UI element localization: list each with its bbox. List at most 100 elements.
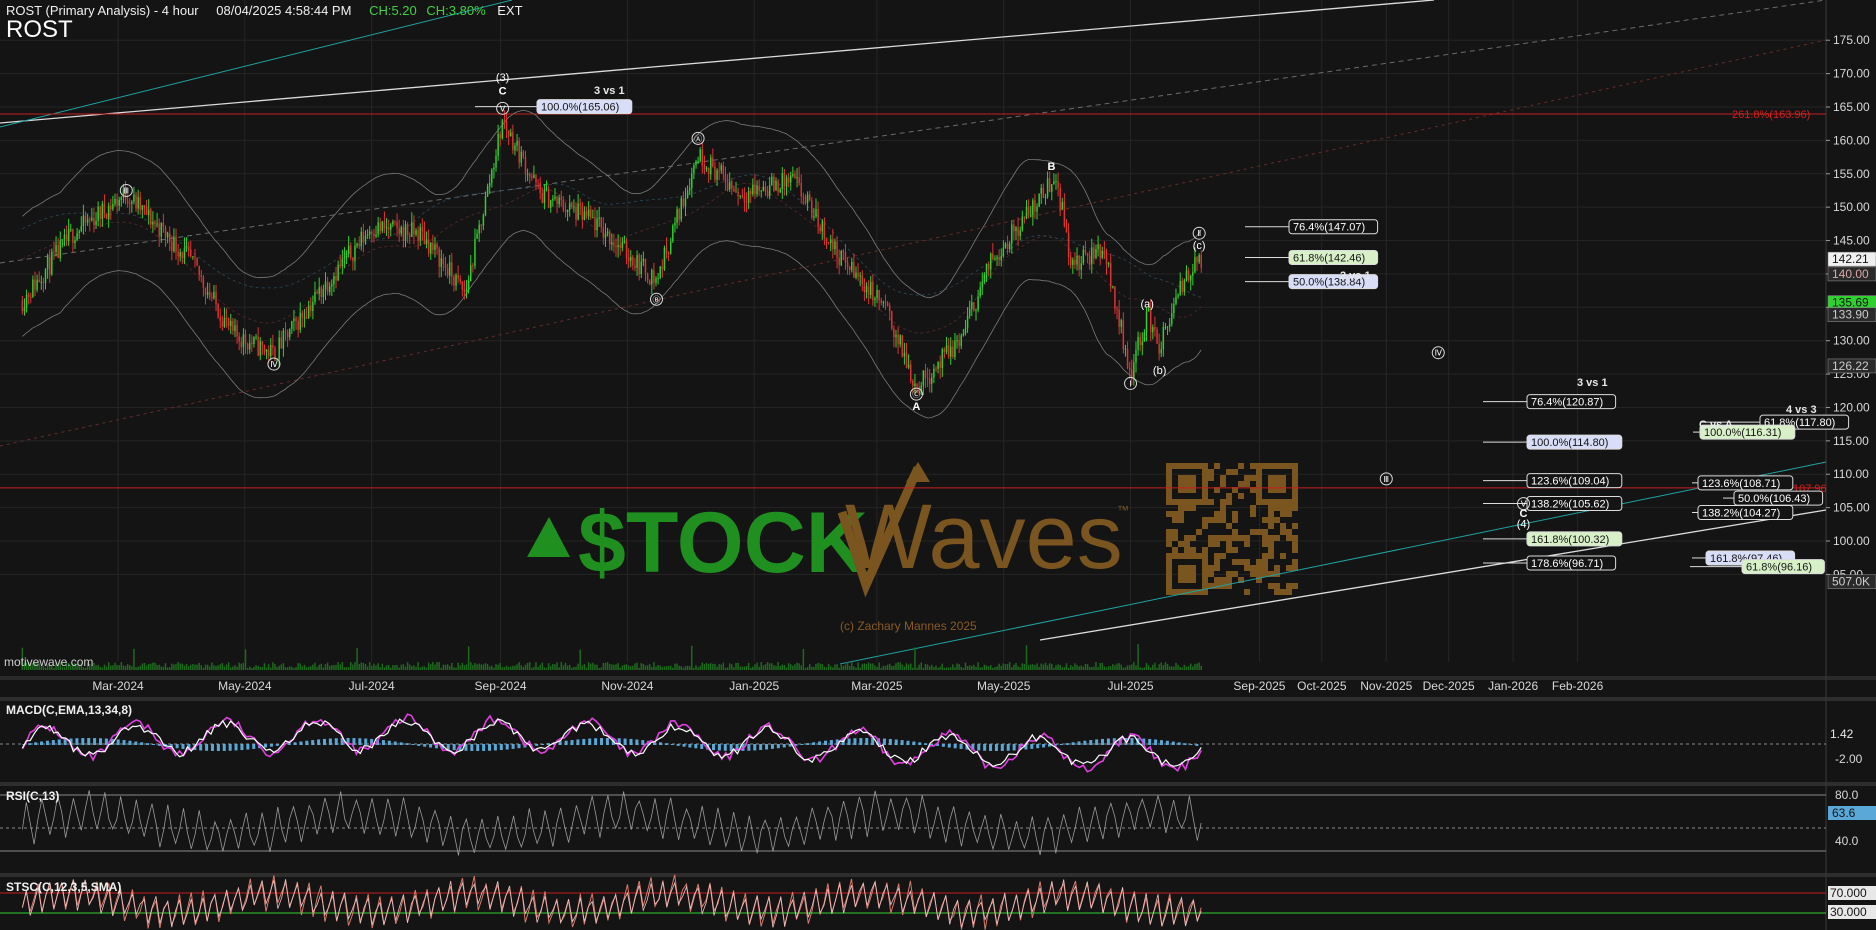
candle-body — [619, 244, 621, 248]
volume-bar — [804, 667, 807, 670]
candle-body — [491, 169, 493, 183]
candle-body — [1082, 249, 1085, 264]
volume-bar — [318, 664, 320, 670]
qr-cell — [1190, 481, 1196, 487]
candle-body — [808, 194, 811, 201]
volume-bar — [573, 666, 575, 670]
fib-level-label: 123.6%(109.04) — [1531, 476, 1609, 488]
candle-body — [655, 278, 657, 283]
macd-histogram — [87, 738, 91, 745]
panel-divider — [0, 873, 1876, 877]
volume-bar — [905, 663, 908, 670]
volume-bar — [743, 666, 746, 670]
volume-bar — [712, 663, 714, 670]
x-tick-label: Oct-2025 — [1297, 679, 1347, 693]
volume-bar — [141, 663, 144, 670]
volume-bar — [110, 665, 112, 670]
volume-bar — [1103, 666, 1106, 670]
candle-body — [1032, 200, 1034, 216]
volume-bar — [674, 663, 676, 670]
candle-body — [396, 222, 398, 229]
candle-body — [219, 317, 221, 321]
volume-bar — [1187, 666, 1190, 670]
macd-histogram — [199, 744, 203, 751]
candle-body — [577, 203, 579, 220]
qr-cell — [1226, 571, 1232, 577]
candle-body — [455, 274, 457, 286]
qr-cell — [1262, 535, 1268, 541]
rsi-label[interactable]: RSI(C,13) — [6, 789, 59, 803]
macd-histogram — [859, 738, 863, 745]
candle-body — [1040, 187, 1042, 194]
chart-canvas[interactable]: $TOCK Waves ™ (c) Zachary Mannes 2025 26… — [0, 0, 1876, 930]
volume-bar — [728, 663, 731, 670]
volume-bar — [99, 666, 101, 670]
volume-bar — [291, 666, 293, 670]
candle-body — [27, 294, 30, 297]
volume-bar — [179, 663, 181, 670]
qr-cell — [1202, 571, 1208, 577]
qr-cell — [1238, 493, 1244, 499]
volume-bar — [531, 667, 533, 670]
volume-bar — [1067, 667, 1070, 670]
volume-bar — [164, 663, 167, 670]
y-tick-label: 170.00 — [1833, 67, 1870, 81]
macd-histogram — [429, 744, 433, 748]
candle-body — [768, 185, 771, 197]
volume-bar — [619, 667, 621, 670]
candle-body — [400, 226, 403, 234]
volume-bar — [733, 667, 735, 670]
macd-histogram — [1101, 738, 1105, 745]
wave-label: A — [912, 401, 920, 413]
volume-bar — [653, 662, 655, 670]
candle-body — [360, 231, 363, 246]
candle-body — [114, 198, 116, 204]
candle-body — [924, 370, 927, 378]
candle-body — [253, 336, 255, 345]
qr-cell — [1184, 577, 1190, 583]
candle-body — [88, 219, 91, 221]
macd-histogram — [924, 743, 928, 745]
volume-bar — [1118, 663, 1120, 670]
candle-body — [1109, 263, 1112, 288]
wave-label: Ⅳ — [270, 360, 278, 369]
volume-bar — [1131, 664, 1133, 670]
volume-bar — [806, 666, 809, 670]
candle-body — [1076, 255, 1078, 265]
volume-bar — [215, 665, 217, 670]
candle-body — [86, 219, 89, 223]
candle-body — [865, 286, 868, 293]
macd-histogram — [293, 742, 297, 745]
candle-body — [339, 264, 341, 267]
macd-histogram — [140, 742, 144, 745]
volume-bar — [714, 663, 716, 670]
volume-bar — [440, 667, 443, 670]
volume-bar — [503, 667, 506, 670]
volume-bar — [931, 664, 933, 670]
candle-body — [25, 294, 28, 308]
candle-body — [1133, 362, 1135, 380]
candle-body — [800, 183, 802, 197]
volume-bar — [897, 662, 899, 670]
macd-histogram — [682, 744, 686, 747]
candle-body — [147, 209, 150, 216]
volume-bar — [596, 664, 598, 670]
candle-body — [1044, 196, 1047, 198]
macd-label[interactable]: MACD(C,EMA,13,34,8) — [6, 703, 132, 717]
candle-body — [745, 201, 748, 203]
volume-bar — [579, 649, 581, 670]
candle-body — [585, 211, 588, 217]
qr-cell — [1202, 553, 1208, 559]
volume-bar — [499, 662, 501, 670]
candle-body — [1067, 232, 1070, 257]
qr-cell — [1172, 499, 1178, 505]
candle-body — [514, 145, 516, 151]
stsc-label[interactable]: STSC(C,12,3,5,SMA) — [6, 880, 121, 894]
candle-body — [505, 121, 508, 131]
volume-bar — [385, 665, 388, 670]
candle-body — [1137, 336, 1139, 350]
candle-body — [878, 289, 880, 301]
volume-bar — [655, 666, 657, 670]
candle-body — [377, 222, 379, 235]
candle-body — [602, 227, 605, 238]
